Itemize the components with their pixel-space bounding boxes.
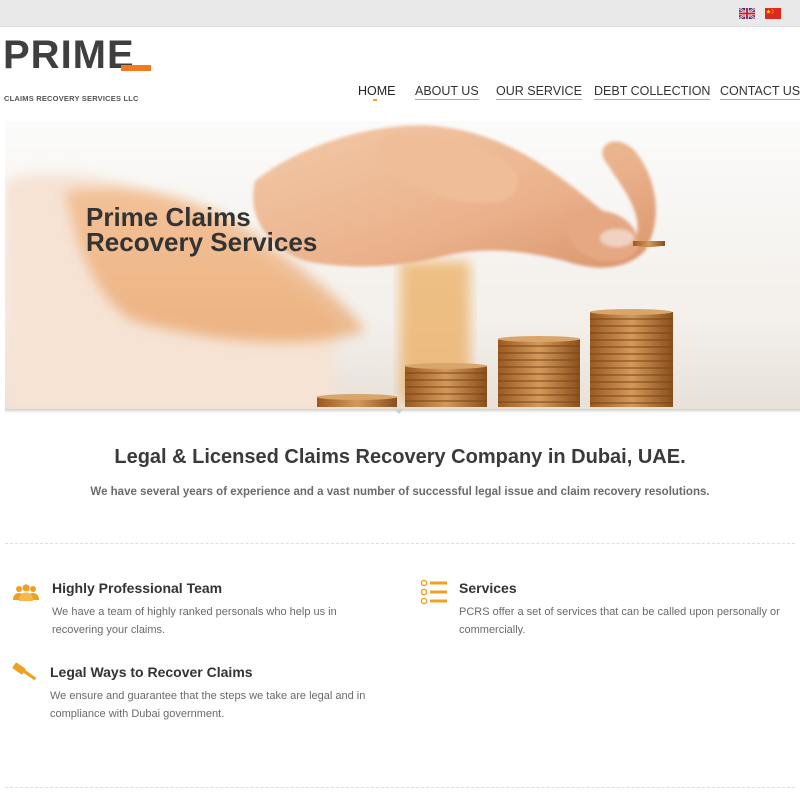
nav-debt-collection[interactable]: DEBT COLLECTION [594, 84, 711, 104]
coin-stacks [317, 309, 673, 407]
nav-about-us[interactable]: ABOUT US [415, 84, 479, 104]
nav-contact-us[interactable]: CONTACT US [720, 84, 800, 104]
section-divider [5, 543, 795, 544]
uk-flag-icon[interactable] [739, 8, 755, 19]
nav-contact-us-label: CONTACT US [720, 84, 800, 100]
logo[interactable]: PRIME CLAIMS RECOVERY SERVICES LLC [3, 35, 155, 107]
nav-home-label: HOME [358, 84, 396, 98]
feature-description: PCRS offer a set of services that can be… [459, 606, 780, 636]
feature-description: We have a team of highly ranked personal… [52, 606, 337, 636]
nav-about-us-label: ABOUT US [415, 84, 479, 100]
nav-home[interactable]: HOME [358, 84, 396, 104]
nav-our-service-label: OUR SERVICE [496, 84, 582, 100]
hero-banner [5, 121, 800, 410]
feature-title: Highly Professional Team [52, 580, 223, 596]
nav-our-service[interactable]: OUR SERVICE [496, 84, 582, 104]
hero-caret [394, 409, 404, 414]
top-bar [0, 0, 800, 27]
logo-accent-bar [121, 65, 151, 71]
list-icon [420, 579, 447, 605]
nav-debt-collection-label: DEBT COLLECTION [594, 84, 711, 100]
hero-title: Prime Claims Recovery Services [86, 204, 318, 257]
feature-title: Services [459, 580, 517, 596]
main-intro: We have several years of experience and … [90, 486, 710, 498]
feature-description: We ensure and guarantee that the steps w… [50, 690, 366, 720]
main-tagline: Legal & Licensed Claims Recovery Company… [114, 446, 686, 468]
section-divider-bottom [5, 787, 795, 788]
feature-title: Legal Ways to Recover Claims [50, 664, 253, 680]
hero-image [5, 125, 673, 410]
logo-subtitle: CLAIMS RECOVERY SERVICES LLC [4, 94, 139, 103]
gavel-icon [12, 662, 36, 681]
hero-title-line-2: Recovery Services [86, 227, 318, 257]
nav-active-indicator [373, 99, 377, 101]
team-icon [13, 584, 39, 601]
logo-wordmark: PRIME [3, 33, 135, 77]
china-flag-icon[interactable] [765, 8, 781, 19]
